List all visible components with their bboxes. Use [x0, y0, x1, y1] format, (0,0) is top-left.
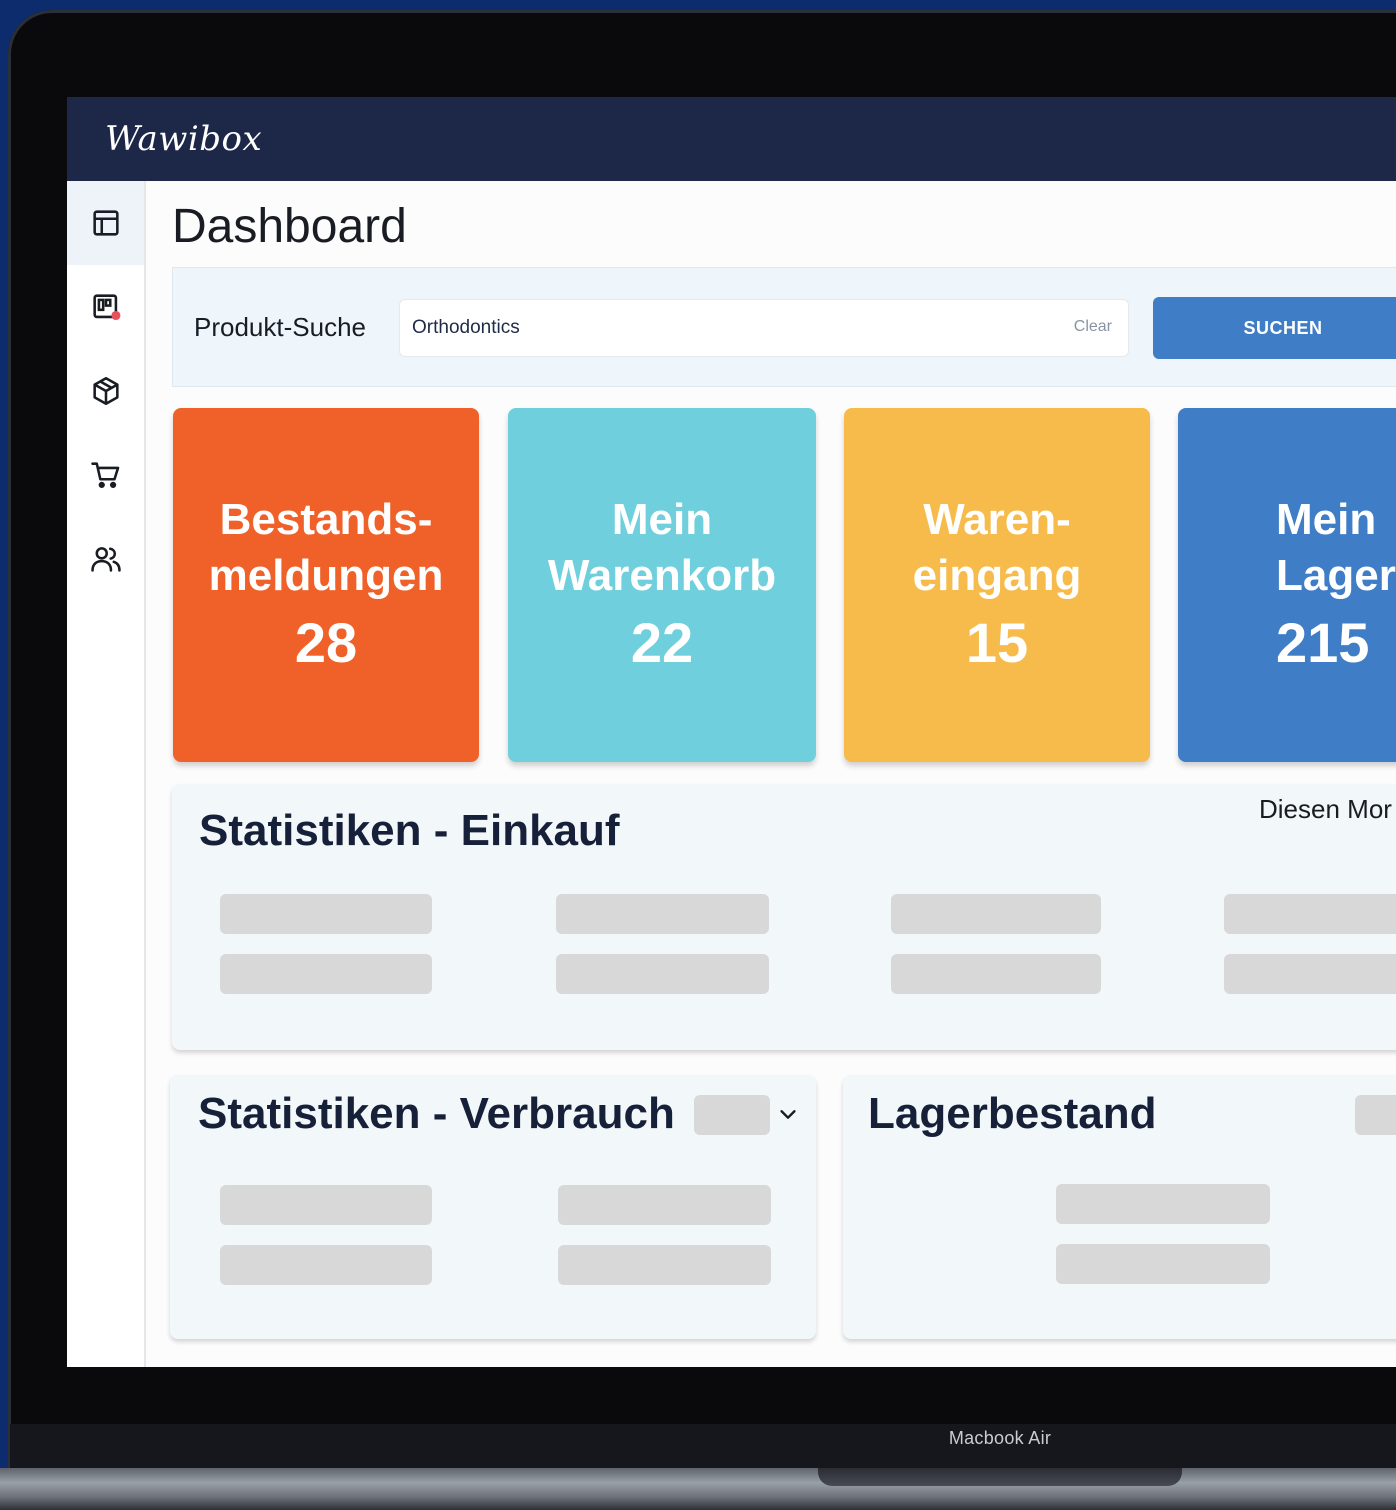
package-icon: [92, 376, 119, 406]
sidebar-item-users[interactable]: [67, 517, 144, 601]
page-title: Dashboard: [172, 200, 407, 253]
chevron-down-icon[interactable]: [777, 1103, 799, 1125]
skeleton-placeholder: [1056, 1244, 1270, 1284]
stats-verbrauch-panel: Statistiken - Verbrauch: [170, 1075, 816, 1339]
kanban-board-icon: [92, 294, 120, 321]
app-logo[interactable]: Wawibox: [105, 119, 262, 159]
layout-icon: [92, 210, 119, 236]
users-icon: [90, 547, 121, 572]
main-content: Dashboard Produkt-Suche Orthodontics Cle…: [146, 181, 1396, 1367]
tile-count: 28: [294, 611, 358, 674]
tile-warenkorb[interactable]: Mein Warenkorb 22: [508, 408, 816, 762]
period-selector[interactable]: Diesen Mor: [1259, 794, 1392, 825]
shopping-cart-icon: [90, 462, 119, 489]
tile-count: 15: [965, 611, 1029, 674]
skeleton-placeholder: [1224, 894, 1396, 934]
skeleton-placeholder: [220, 954, 432, 994]
skeleton-placeholder: [558, 1245, 771, 1285]
filter-dropdown[interactable]: [694, 1095, 770, 1135]
tile-title-line2: meldungen: [208, 551, 444, 600]
tile-title-line2: eingang: [912, 551, 1082, 600]
lagerbestand-title: Lagerbestand: [868, 1089, 1157, 1138]
search-label: Produkt-Suche: [194, 312, 366, 342]
laptop-notch: [818, 1468, 1182, 1486]
search-input-value: Orthodontics: [412, 317, 520, 338]
tile-lager[interactable]: Mein Lager 215: [1178, 408, 1396, 762]
tile-count: 22: [630, 611, 694, 674]
laptop-base: [0, 1468, 1396, 1510]
tile-text-wrap: Mein Lager 215: [1276, 492, 1396, 678]
skeleton-placeholder: [220, 1245, 432, 1285]
search-button[interactable]: SUCHEN: [1153, 297, 1396, 359]
app-screen: Wawibox Dashboard Produkt-Suche Orthodon…: [67, 97, 1396, 1367]
sidebar-item-notifications[interactable]: [67, 265, 144, 349]
filter-dropdown[interactable]: [1355, 1095, 1396, 1135]
product-search-panel: Produkt-Suche Orthodontics Clear SUCHEN: [172, 267, 1396, 387]
tile-bestandsmeldungen[interactable]: Bestands- meldungen 28: [173, 408, 479, 762]
skeleton-placeholder: [891, 894, 1101, 934]
skeleton-placeholder: [556, 894, 769, 934]
tile-title-line1: Waren-: [923, 495, 1071, 544]
sidebar-item-cart[interactable]: [67, 433, 144, 517]
tile-title-line1: Mein: [611, 495, 713, 544]
skeleton-placeholder: [220, 894, 432, 934]
stats-verbrauch-title: Statistiken - Verbrauch: [198, 1089, 675, 1138]
skeleton-placeholder: [1056, 1184, 1270, 1224]
device-model-label: Macbook Air: [948, 1428, 1052, 1448]
stats-einkauf-title: Statistiken - Einkauf: [199, 806, 620, 855]
skeleton-placeholder: [558, 1185, 771, 1225]
stats-einkauf-panel: Statistiken - Einkauf Diesen Mor: [172, 784, 1396, 1050]
tile-title-line2: Lager: [1276, 551, 1396, 600]
lagerbestand-panel: Lagerbestand: [843, 1075, 1396, 1339]
tile-wareneingang[interactable]: Waren- eingang 15: [844, 408, 1150, 762]
skeleton-placeholder: [1224, 954, 1396, 994]
sidebar-item-dashboard[interactable]: [67, 181, 144, 265]
search-clear-button[interactable]: Clear: [1074, 318, 1112, 336]
skeleton-placeholder: [891, 954, 1101, 994]
skeleton-placeholder: [556, 954, 769, 994]
sidebar: [67, 181, 146, 1367]
notification-badge-icon: [110, 310, 120, 321]
tile-title-line1: Bestands-: [219, 495, 433, 544]
top-bar: Wawibox: [67, 97, 1396, 181]
search-input[interactable]: Orthodontics Clear: [399, 299, 1129, 357]
tile-title-line2: Warenkorb: [547, 551, 777, 600]
tile-count: 215: [1276, 611, 1370, 674]
tile-title-line1: Mein: [1276, 495, 1377, 544]
sidebar-item-products[interactable]: [67, 349, 144, 433]
skeleton-placeholder: [220, 1185, 432, 1225]
